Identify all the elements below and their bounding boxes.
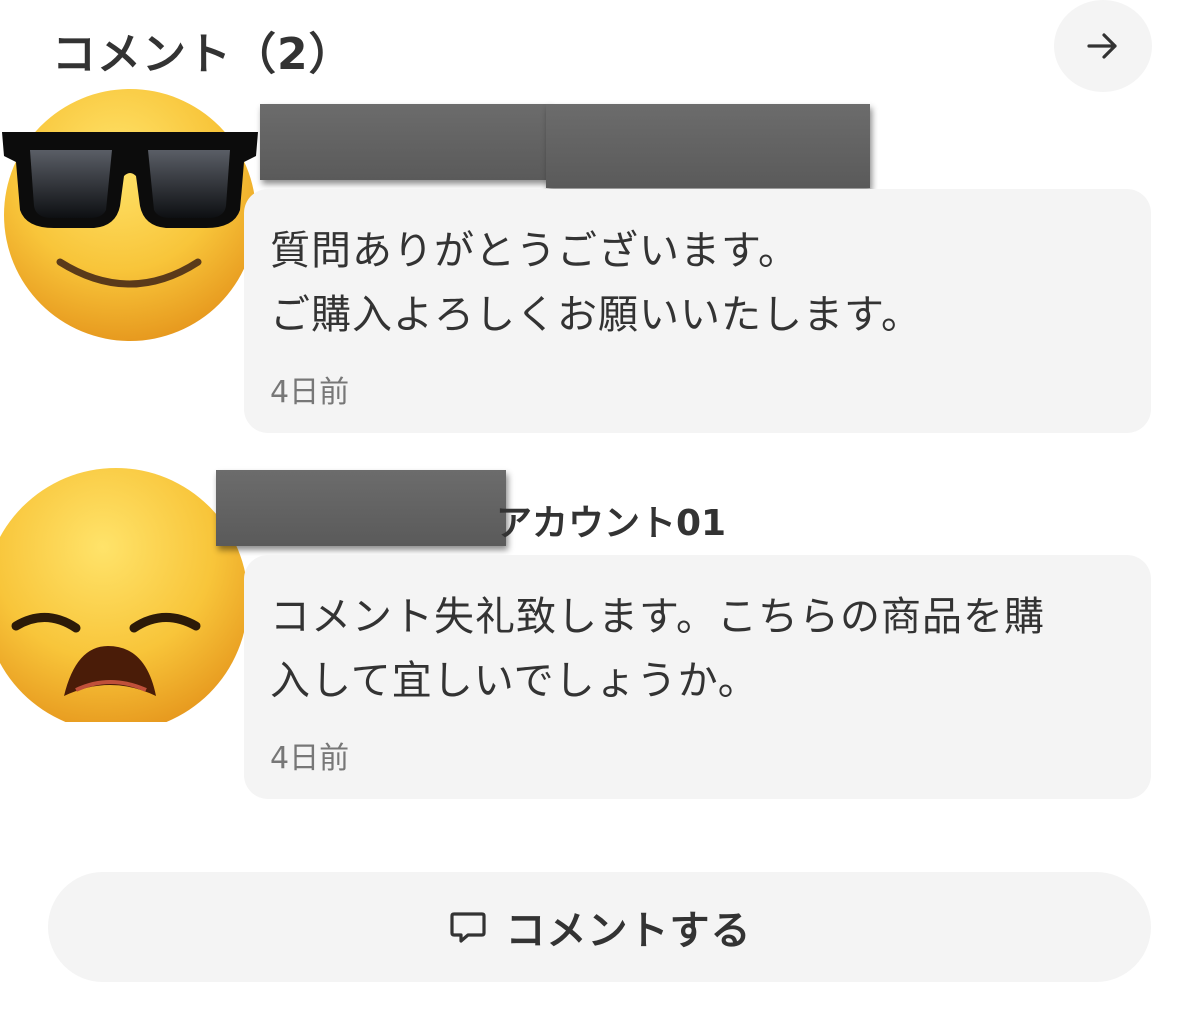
redacted-username bbox=[260, 104, 550, 180]
view-all-comments-button[interactable] bbox=[1054, 0, 1152, 92]
comment-timestamp: 4日前 bbox=[270, 375, 350, 410]
comment-button[interactable]: コメントする bbox=[48, 872, 1151, 982]
sunglasses-emoji-icon bbox=[0, 70, 266, 342]
comment-bubble: コメント失礼致します。こちらの商品を購 入して宜しいでしょうか。 4日前 bbox=[244, 555, 1151, 799]
comment-text: コメント失礼致します。こちらの商品を購 入して宜しいでしょうか。 bbox=[270, 594, 1045, 704]
comment-bubble: 質問ありがとうございます。 ご購入よろしくお願いいたします。 4日前 bbox=[244, 189, 1151, 433]
redacted-username bbox=[546, 104, 870, 188]
pensive-emoji-icon bbox=[0, 450, 252, 722]
comment-username[interactable]: アカウント01 bbox=[496, 494, 726, 546]
avatar[interactable] bbox=[0, 70, 266, 342]
avatar[interactable] bbox=[0, 450, 252, 722]
comment-text: 質問ありがとうございます。 ご購入よろしくお願いいたします。 bbox=[270, 228, 922, 338]
arrow-right-icon bbox=[1083, 26, 1123, 66]
redacted-username bbox=[216, 470, 506, 546]
speech-bubble-icon bbox=[448, 907, 488, 947]
comment-timestamp: 4日前 bbox=[270, 741, 350, 776]
comment-button-label: コメントする bbox=[505, 908, 752, 954]
